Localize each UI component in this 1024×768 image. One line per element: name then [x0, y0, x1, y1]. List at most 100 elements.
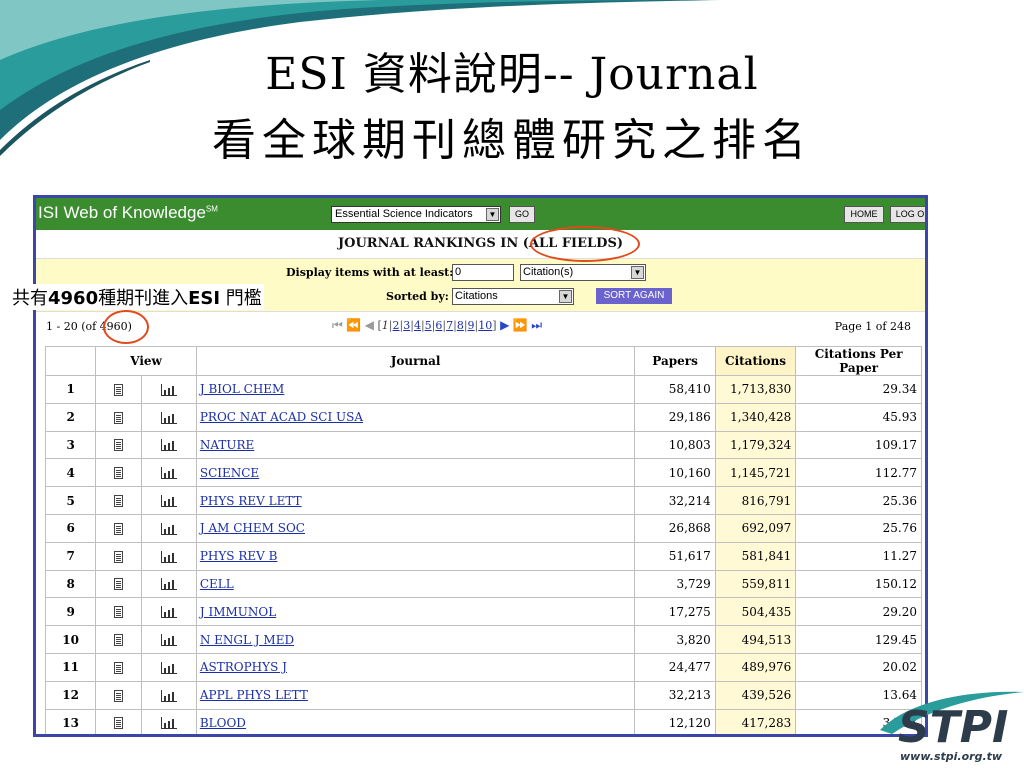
bar-chart-icon[interactable]: [160, 633, 177, 647]
document-icon[interactable]: [113, 383, 123, 396]
bar-chart-icon[interactable]: [160, 688, 177, 702]
citations-cell: 504,435: [714, 597, 797, 627]
prev-ten-pages-icon[interactable]: ⏪: [346, 318, 361, 332]
citations-per-paper-cell: 112.77: [795, 458, 922, 488]
summary-view-cell[interactable]: [95, 569, 142, 599]
summary-view-cell[interactable]: [95, 541, 142, 571]
journal-link[interactable]: PHYS REV LETT: [200, 494, 302, 508]
chart-view-cell[interactable]: [140, 569, 197, 599]
bar-chart-icon[interactable]: [160, 521, 177, 535]
journal-link[interactable]: BLOOD: [200, 716, 246, 730]
journal-cell: BLOOD: [195, 708, 636, 734]
journal-cell: CELL: [195, 569, 636, 599]
rank-cell: 1: [44, 375, 97, 404]
chart-view-cell[interactable]: [140, 486, 197, 515]
database-select[interactable]: Essential Science Indicators ▼: [331, 206, 501, 223]
prev-page-icon[interactable]: ◀: [365, 318, 374, 332]
bar-chart-icon[interactable]: [160, 466, 177, 480]
document-icon[interactable]: [113, 661, 123, 674]
next-page-icon[interactable]: ▶: [500, 318, 509, 332]
document-icon[interactable]: [113, 634, 123, 647]
chart-view-cell[interactable]: [140, 458, 197, 488]
papers-cell: 3,729: [634, 569, 716, 599]
document-icon[interactable]: [113, 411, 123, 424]
citations-cell: 1,713,830: [714, 375, 797, 404]
slide-subtitle: 看全球期刊總體研究之排名: [212, 115, 812, 166]
papers-cell: 51,617: [634, 541, 716, 571]
document-icon[interactable]: [113, 689, 123, 702]
journal-link[interactable]: J IMMUNOL: [200, 605, 276, 619]
sort-select[interactable]: Citations ▼: [452, 288, 574, 305]
sort-again-button[interactable]: SORT AGAIN: [596, 288, 672, 304]
next-ten-pages-icon[interactable]: ⏩: [513, 318, 528, 332]
chart-view-cell[interactable]: [140, 625, 197, 654]
first-page-icon[interactable]: ⏮: [332, 318, 343, 332]
document-icon[interactable]: [113, 522, 123, 535]
summary-view-cell[interactable]: [95, 402, 142, 432]
chart-view-cell[interactable]: [140, 652, 197, 682]
chart-view-cell[interactable]: [140, 708, 197, 734]
summary-view-cell[interactable]: [95, 513, 142, 543]
chart-view-cell[interactable]: [140, 402, 197, 432]
journal-link[interactable]: NATURE: [200, 438, 254, 452]
journal-cell: APPL PHYS LETT: [195, 680, 636, 710]
journal-link[interactable]: APPL PHYS LETT: [200, 688, 308, 702]
document-icon[interactable]: [113, 606, 123, 619]
bar-chart-icon[interactable]: [160, 438, 177, 452]
summary-view-cell[interactable]: [95, 597, 142, 627]
home-button[interactable]: HOME: [844, 206, 884, 223]
document-icon[interactable]: [113, 550, 123, 563]
journal-link[interactable]: PROC NAT ACAD SCI USA: [200, 410, 363, 424]
last-page-icon[interactable]: ⏭: [531, 318, 542, 332]
summary-view-cell[interactable]: [95, 375, 142, 404]
chart-view-cell[interactable]: [140, 541, 197, 571]
journal-link[interactable]: CELL: [200, 577, 234, 591]
summary-view-cell[interactable]: [95, 680, 142, 710]
document-icon[interactable]: [113, 495, 123, 508]
chart-view-cell[interactable]: [140, 680, 197, 710]
chart-view-cell[interactable]: [140, 513, 197, 543]
document-icon[interactable]: [113, 717, 123, 730]
papers-cell: 10,803: [634, 430, 716, 460]
page-link-9[interactable]: 9: [468, 319, 475, 332]
logo-text: STPI: [898, 702, 1008, 750]
journal-link[interactable]: J BIOL CHEM: [200, 382, 285, 396]
journal-link[interactable]: PHYS REV B: [200, 549, 278, 563]
chart-view-cell[interactable]: [140, 430, 197, 460]
page-link-2[interactable]: 2: [393, 319, 400, 332]
citations-cell: 489,976: [714, 652, 797, 682]
page-link-4[interactable]: 4: [414, 319, 421, 332]
document-icon[interactable]: [113, 578, 123, 591]
page-link-8[interactable]: 8: [457, 319, 464, 332]
chart-view-cell[interactable]: [140, 375, 197, 404]
summary-view-cell[interactable]: [95, 708, 142, 734]
summary-view-cell[interactable]: [95, 486, 142, 515]
chart-view-cell[interactable]: [140, 597, 197, 627]
bar-chart-icon[interactable]: [160, 382, 177, 396]
summary-view-cell[interactable]: [95, 652, 142, 682]
summary-view-cell[interactable]: [95, 458, 142, 488]
threshold-input[interactable]: 0: [452, 264, 514, 281]
journal-link[interactable]: ASTROPHYS J: [200, 660, 287, 674]
summary-view-cell[interactable]: [95, 625, 142, 654]
bar-chart-icon[interactable]: [160, 605, 177, 619]
logout-button[interactable]: LOG O: [890, 206, 925, 223]
stpi-logo: STPI: [880, 691, 1024, 750]
summary-view-cell[interactable]: [95, 430, 142, 460]
journal-link[interactable]: N ENGL J MED: [200, 633, 294, 647]
bar-chart-icon[interactable]: [160, 410, 177, 424]
bar-chart-icon[interactable]: [160, 494, 177, 508]
bar-chart-icon[interactable]: [160, 716, 177, 730]
journal-link[interactable]: J AM CHEM SOC: [200, 521, 305, 535]
page-link-10[interactable]: 10: [478, 319, 492, 332]
journal-link[interactable]: SCIENCE: [200, 466, 259, 480]
document-icon[interactable]: [113, 467, 123, 480]
go-button[interactable]: GO: [509, 206, 535, 223]
bar-chart-icon[interactable]: [160, 549, 177, 563]
page-link-5[interactable]: 5: [425, 319, 432, 332]
table-row: 12 APPL PHYS LETT 32,213 439,526 13.64: [44, 680, 922, 710]
threshold-unit-select[interactable]: Citation(s) ▼: [520, 264, 646, 281]
bar-chart-icon[interactable]: [160, 660, 177, 674]
document-icon[interactable]: [113, 439, 123, 452]
bar-chart-icon[interactable]: [160, 577, 177, 591]
